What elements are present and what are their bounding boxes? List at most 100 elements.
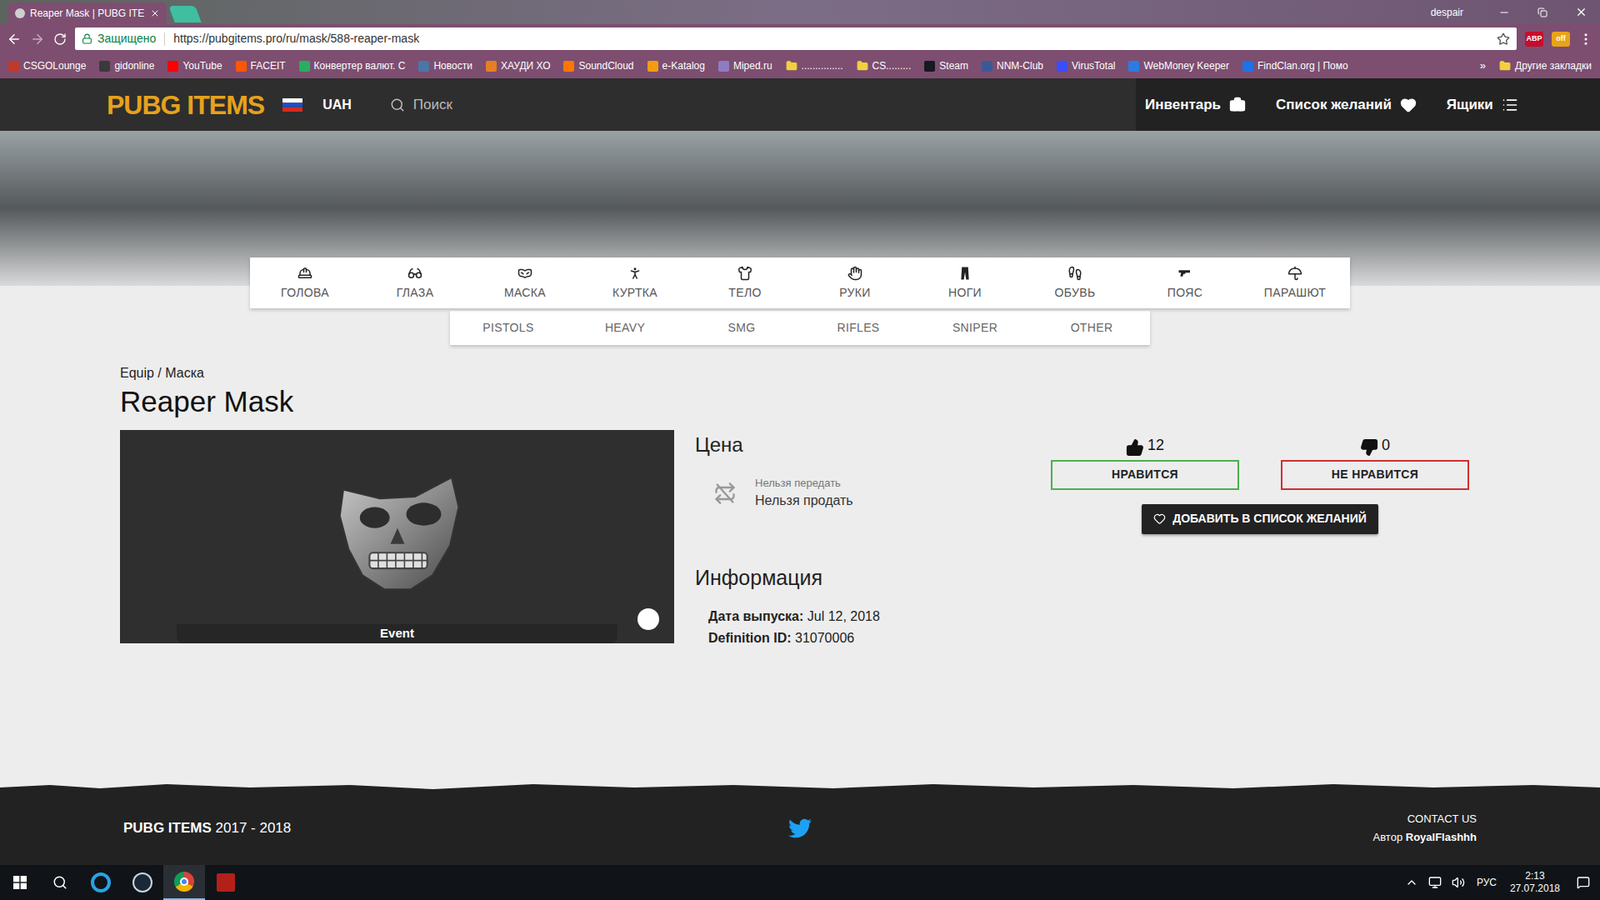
- info-row: Дата выпуска: Jul 12, 2018: [708, 605, 1051, 628]
- bookmark[interactable]: YouTube: [167, 58, 222, 74]
- favicon-icon: [1056, 60, 1068, 72]
- currency-selector[interactable]: UAH: [322, 95, 352, 115]
- category-item[interactable]: ГЛАЗА: [360, 257, 470, 309]
- folder-icon: [785, 60, 798, 72]
- weapon-item[interactable]: HEAVY: [566, 310, 684, 345]
- contact-link[interactable]: CONTACT US: [1407, 810, 1477, 828]
- taskbar-app[interactable]: [163, 865, 205, 900]
- header-nav-item[interactable]: Ящики: [1446, 94, 1519, 116]
- pistol-icon: [1176, 265, 1194, 281]
- volume-icon[interactable]: [1451, 875, 1465, 890]
- taskbar: РУС 2:1327.07.2018: [0, 865, 1600, 900]
- search-icon: [390, 97, 405, 113]
- wishlist-button[interactable]: ДОБАВИТЬ В СПИСОК ЖЕЛАНИЙ: [1141, 504, 1379, 535]
- like-button[interactable]: НРАВИТСЯ: [1050, 460, 1240, 490]
- bookmark[interactable]: VirusTotal: [1056, 58, 1115, 74]
- bookmark[interactable]: NNM-Club: [981, 58, 1044, 74]
- secure-label: Защищено: [97, 30, 156, 48]
- tray-chevron-icon[interactable]: [1405, 875, 1419, 890]
- browser-tab[interactable]: Reaper Mask | PUBG ITE: [8, 2, 167, 25]
- extension-button[interactable]: off: [1551, 31, 1570, 47]
- category-item[interactable]: ОБУВЬ: [1020, 257, 1130, 309]
- close-button[interactable]: [1561, 0, 1600, 25]
- figure-icon: [627, 265, 643, 281]
- twitter-icon[interactable]: [788, 816, 812, 840]
- favicon-icon: [418, 60, 430, 72]
- category-nav: ГОЛОВАГЛАЗАМАСКАКУРТКАТЕЛОРУКИНОГИОБУВЬП…: [250, 257, 1350, 309]
- dislike-count: 0: [1381, 434, 1390, 457]
- dota-icon: [216, 873, 235, 892]
- bookmark[interactable]: FindClan.org | Помо: [1242, 58, 1349, 74]
- bookmark[interactable]: FACEIT: [235, 58, 286, 74]
- price-info-column: ЦенаНельзя передатьНельзя продатьИнформа…: [695, 430, 1051, 650]
- dislike-button[interactable]: НЕ НРАВИТСЯ: [1280, 460, 1470, 490]
- favicon-icon: [235, 60, 247, 72]
- category-item[interactable]: ТЕЛО: [690, 257, 800, 309]
- weapon-item[interactable]: RIFLES: [800, 310, 917, 345]
- weapon-item[interactable]: PISTOLS: [450, 310, 567, 345]
- bookmark[interactable]: Новости: [418, 58, 472, 74]
- favicon-icon: [8, 60, 20, 72]
- more-bookmarks[interactable]: »: [1480, 57, 1486, 75]
- shirt-icon: [737, 265, 753, 281]
- bookmark[interactable]: Miped.ru: [718, 58, 773, 74]
- russian-flag-icon[interactable]: [282, 98, 303, 112]
- site-logo[interactable]: PUBG ITEMS: [106, 91, 265, 119]
- heart-icon: [1153, 512, 1166, 525]
- bookmark-star-icon[interactable]: [1496, 32, 1510, 46]
- restore-button[interactable]: [1523, 0, 1562, 25]
- category-item[interactable]: ПАРАШЮТ: [1240, 257, 1350, 309]
- preview-dot[interactable]: [637, 608, 660, 630]
- minimize-button[interactable]: [1485, 0, 1524, 25]
- bookmark[interactable]: CS.........: [856, 58, 912, 74]
- extension-button[interactable]: ABP: [1525, 31, 1544, 47]
- weapon-nav: PISTOLSHEAVYSMGRIFLESSNIPEROTHER: [450, 310, 1150, 345]
- category-item[interactable]: НОГИ: [910, 257, 1020, 309]
- category-item[interactable]: ПОЯС: [1130, 257, 1240, 309]
- language-indicator[interactable]: РУС: [1476, 875, 1497, 890]
- breadcrumb[interactable]: Equip / Маска: [120, 363, 1480, 384]
- category-item[interactable]: КУРТКА: [580, 257, 690, 309]
- weapon-item[interactable]: OTHER: [1033, 310, 1150, 345]
- favicon-icon: [981, 60, 993, 72]
- header-nav-item[interactable]: Инвентарь: [1145, 94, 1246, 116]
- network-icon[interactable]: [1428, 875, 1442, 890]
- taskbar-app[interactable]: [121, 865, 164, 900]
- taskbar-app[interactable]: [80, 865, 122, 900]
- weapon-item[interactable]: SMG: [683, 310, 800, 345]
- other-bookmarks[interactable]: Другие закладки: [1499, 58, 1592, 74]
- menu-icon[interactable]: [1578, 31, 1594, 47]
- bookmark[interactable]: gidonline: [99, 58, 155, 74]
- forward-icon[interactable]: [30, 31, 45, 47]
- category-item[interactable]: ГОЛОВА: [250, 257, 360, 309]
- chrome-icon: [174, 871, 195, 892]
- start-button[interactable]: [0, 865, 40, 900]
- bookmark[interactable]: WebMoney Keeper: [1128, 58, 1230, 74]
- taskbar-app[interactable]: [205, 865, 247, 900]
- heart-icon: [1400, 96, 1417, 114]
- search-button[interactable]: [40, 865, 80, 900]
- clock[interactable]: 2:1327.07.2018: [1510, 870, 1560, 895]
- search-field[interactable]: Поиск: [390, 94, 453, 116]
- bookmark[interactable]: e-Katalog: [647, 58, 705, 74]
- back-icon[interactable]: [6, 31, 22, 47]
- reload-icon[interactable]: [53, 32, 67, 46]
- bookmark[interactable]: Конвертер валют. С: [299, 58, 406, 74]
- torn-edge: [0, 782, 1600, 791]
- close-tab-icon[interactable]: [150, 8, 160, 19]
- category-item[interactable]: МАСКА: [470, 257, 580, 309]
- bookmark[interactable]: Steam: [924, 58, 969, 74]
- tab-title: Reaper Mask | PUBG ITE: [30, 5, 145, 21]
- profile-name[interactable]: despair: [1430, 5, 1464, 20]
- notifications-button[interactable]: [1566, 865, 1600, 900]
- bookmark[interactable]: ...............: [785, 58, 844, 74]
- new-tab-button[interactable]: [168, 5, 201, 23]
- header-nav-item[interactable]: Список желаний: [1275, 94, 1417, 116]
- weapon-item[interactable]: SNIPER: [916, 310, 1034, 345]
- bookmark[interactable]: CSGOLounge: [8, 58, 86, 74]
- category-item[interactable]: РУКИ: [800, 257, 910, 309]
- close-icon: [1575, 5, 1588, 19]
- bookmark[interactable]: SoundCloud: [563, 58, 634, 74]
- address-bar[interactable]: Защищеноhttps://pubgitems.pro/ru/mask/58…: [75, 27, 1517, 50]
- bookmark[interactable]: ХАУДИ ХО: [485, 58, 551, 74]
